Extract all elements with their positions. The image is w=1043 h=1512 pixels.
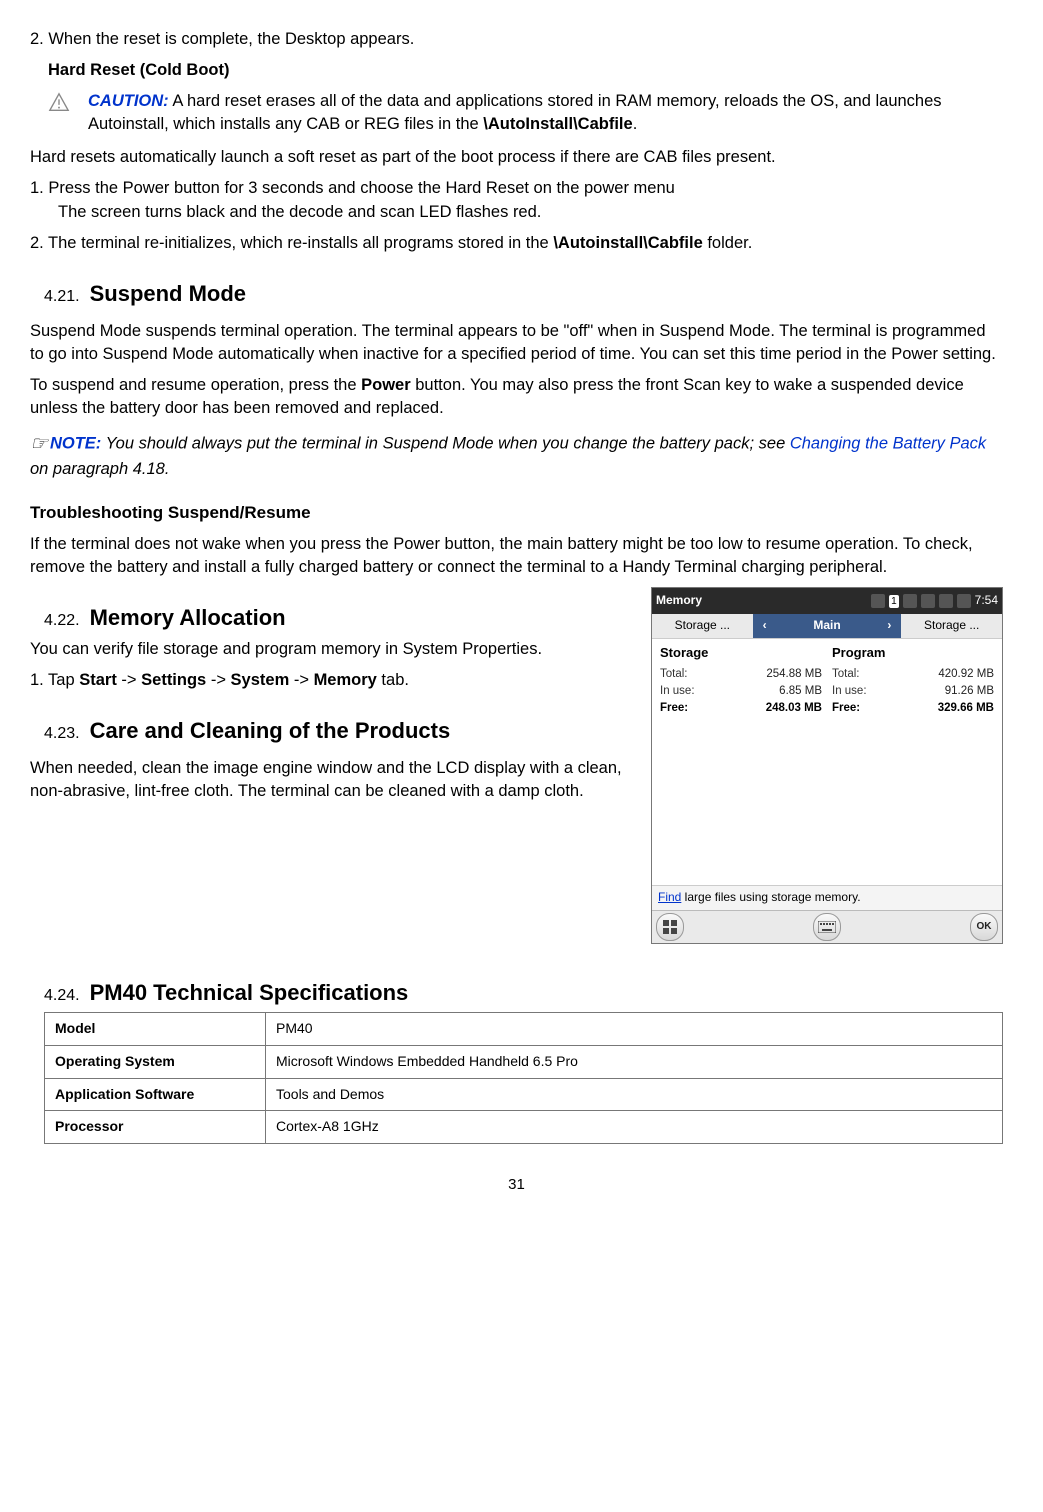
suspend-mode-p1: Suspend Mode suspends terminal operation… — [30, 320, 1003, 366]
memory-screenshot: Memory 1 7:54 Storage ... ‹ Main › Stora… — [651, 587, 1003, 944]
spec-key-app: Application Software — [45, 1078, 266, 1111]
note-icon: ☞ — [30, 430, 50, 458]
storage-total: Total:254.88 MB — [660, 666, 822, 683]
troubleshooting-para: If the terminal does not wake when you p… — [30, 533, 1003, 579]
page-number: 31 — [30, 1174, 1003, 1195]
wm-body: Storage Total:254.88 MB In use:6.85 MB F… — [652, 639, 1002, 885]
spec-key-proc: Processor — [45, 1111, 266, 1144]
program-inuse: In use:91.26 MB — [832, 683, 994, 700]
keyboard-button[interactable] — [813, 913, 841, 941]
tab-storage-left[interactable]: Storage ... — [652, 614, 753, 638]
windows-icon — [662, 919, 678, 935]
table-row: Model PM40 — [45, 1013, 1003, 1046]
sync-icon — [957, 594, 971, 608]
spec-key-model: Model — [45, 1013, 266, 1046]
care-cleaning-p: When needed, clean the image engine wind… — [30, 757, 670, 803]
hard-reset-heading: Hard Reset (Cold Boot) — [48, 59, 1003, 82]
caution-label: CAUTION: — [88, 92, 169, 110]
spec-table: Model PM40 Operating System Microsoft Wi… — [44, 1012, 1003, 1143]
suspend-mode-p2: To suspend and resume operation, press t… — [30, 374, 1003, 420]
storage-title: Storage — [660, 645, 822, 662]
spec-val-app: Tools and Demos — [266, 1078, 1003, 1111]
program-title: Program — [832, 645, 994, 662]
find-link[interactable]: Find — [658, 890, 681, 904]
network-icon — [903, 594, 917, 608]
troubleshooting-heading: Troubleshooting Suspend/Resume — [30, 501, 1003, 525]
spec-val-proc: Cortex-A8 1GHz — [266, 1111, 1003, 1144]
spec-val-os: Microsoft Windows Embedded Handheld 6.5 … — [266, 1045, 1003, 1078]
program-total: Total:420.92 MB — [832, 666, 994, 683]
hard-reset-step-2: 2. The terminal re-initializes, which re… — [30, 232, 1003, 255]
caution-text: CAUTION: A hard reset erases all of the … — [88, 90, 1003, 136]
tab-storage-right[interactable]: Storage ... — [901, 614, 1002, 638]
start-button[interactable] — [656, 913, 684, 941]
wm-tray: 1 7:54 — [871, 593, 998, 609]
wm-titlebar: Memory 1 7:54 — [652, 588, 1002, 614]
volume-icon — [939, 594, 953, 608]
hard-reset-step-1: 1. Press the Power button for 3 seconds … — [30, 177, 1003, 223]
note-label: NOTE: — [50, 434, 101, 452]
ok-button[interactable]: OK — [970, 913, 998, 941]
program-free: Free:329.66 MB — [832, 700, 994, 717]
tab-main[interactable]: Main — [777, 614, 878, 638]
caution-block: CAUTION: A hard reset erases all of the … — [48, 90, 1003, 136]
note-link: Changing the Battery Pack — [790, 434, 986, 452]
caution-icon — [48, 92, 70, 114]
wm-link-bar: Find large files using storage memory. — [652, 885, 1002, 910]
storage-inuse: In use:6.85 MB — [660, 683, 822, 700]
wm-bottom-bar: OK — [652, 910, 1002, 943]
program-column: Program Total:420.92 MB In use:91.26 MB … — [832, 645, 994, 825]
signal-1-icon: 1 — [889, 595, 899, 608]
section-4-21-heading: 4.21.Suspend Mode — [44, 279, 1003, 310]
table-row: Application Software Tools and Demos — [45, 1078, 1003, 1111]
tab-arrow-left-icon[interactable]: ‹ — [753, 614, 777, 638]
step-2-reset-complete: 2. When the reset is complete, the Deskt… — [30, 28, 1003, 51]
section-4-24-heading: 4.24.PM40 Technical Specifications — [44, 978, 1003, 1009]
spec-val-model: PM40 — [266, 1013, 1003, 1046]
tab-arrow-right-icon[interactable]: › — [877, 614, 901, 638]
note-block: ☞NOTE: You should always put the termina… — [30, 430, 1003, 481]
spec-key-os: Operating System — [45, 1045, 266, 1078]
wm-time: 7:54 — [975, 593, 998, 609]
table-row: Processor Cortex-A8 1GHz — [45, 1111, 1003, 1144]
wm-tabs: Storage ... ‹ Main › Storage ... — [652, 614, 1002, 639]
table-row: Operating System Microsoft Windows Embed… — [45, 1045, 1003, 1078]
antenna-icon — [921, 594, 935, 608]
hard-reset-para: Hard resets automatically launch a soft … — [30, 146, 1003, 169]
battery-icon — [871, 594, 885, 608]
wm-title: Memory — [656, 593, 702, 609]
storage-column: Storage Total:254.88 MB In use:6.85 MB F… — [660, 645, 822, 825]
keyboard-icon — [818, 921, 836, 933]
storage-free: Free:248.03 MB — [660, 700, 822, 717]
